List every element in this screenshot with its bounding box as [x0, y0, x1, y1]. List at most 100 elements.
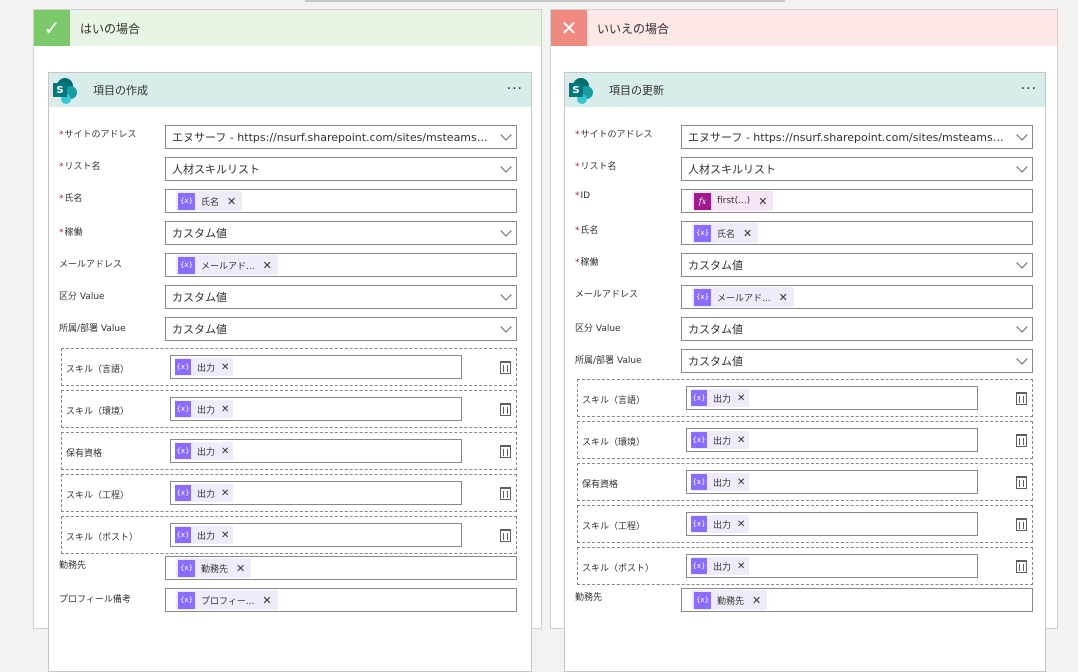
remove-token-icon[interactable]: ✕ — [779, 291, 788, 304]
chevron-down-icon — [1016, 321, 1028, 333]
office-label: 勤務先 — [575, 593, 603, 603]
delete-icon[interactable] — [500, 361, 511, 374]
work-status-label: *稼働 — [575, 258, 599, 268]
remove-token-icon[interactable]: ✕ — [221, 488, 229, 499]
name-input[interactable]: {x} 氏名 ✕ — [165, 189, 517, 213]
dynamic-token[interactable]: {x} 出力 ✕ — [175, 526, 234, 544]
site-address-dropdown[interactable]: エヌサーフ - https://nsurf.sharepoint.com/sit… — [681, 125, 1033, 149]
remove-token-icon[interactable]: ✕ — [743, 227, 752, 240]
department-dropdown[interactable]: カスタム値 — [165, 317, 517, 341]
office-input[interactable]: {x} 勤務先 ✕ — [165, 556, 517, 580]
category-dropdown[interactable]: カスタム値 — [681, 317, 1033, 341]
more-options-icon[interactable]: ··· — [1021, 81, 1037, 97]
remove-token-icon[interactable]: ✕ — [221, 446, 229, 457]
array-item-label: 保有資格 — [66, 449, 103, 459]
action-title: 項目の更新 — [609, 84, 664, 97]
dynamic-token[interactable]: {x} 出力 ✕ — [175, 400, 234, 418]
remove-token-icon[interactable]: ✕ — [221, 362, 229, 373]
email-input[interactable]: {x} メールアド... ✕ — [681, 285, 1033, 309]
more-options-icon[interactable]: ··· — [507, 81, 523, 97]
remove-token-icon[interactable]: ✕ — [737, 435, 745, 446]
dynamic-content-icon: {x} — [175, 359, 191, 375]
list-name-dropdown[interactable]: 人材スキルリスト — [681, 157, 1033, 181]
expression-token[interactable]: fx first(...) ✕ — [692, 191, 774, 211]
array-item-input[interactable]: {x} 出力 ✕ — [170, 397, 462, 421]
delete-icon[interactable] — [500, 403, 511, 416]
delete-icon[interactable] — [1016, 434, 1027, 447]
dynamic-content-icon: {x} — [694, 591, 711, 609]
id-input[interactable]: fx first(...) ✕ — [681, 189, 1033, 213]
remove-token-icon[interactable]: ✕ — [752, 594, 761, 607]
dynamic-token[interactable]: {x} 氏名 ✕ — [692, 223, 759, 243]
array-item-input[interactable]: {x} 出力 ✕ — [170, 355, 462, 379]
remove-token-icon[interactable]: ✕ — [227, 195, 236, 208]
chevron-down-icon — [500, 225, 512, 237]
remove-token-icon[interactable]: ✕ — [737, 393, 745, 404]
work-status-dropdown[interactable]: カスタム値 — [165, 221, 517, 245]
dynamic-token[interactable]: {x} 出力 ✕ — [691, 473, 750, 491]
array-item-input[interactable]: {x} 出力 ✕ — [170, 523, 462, 547]
delete-icon[interactable] — [500, 487, 511, 500]
delete-icon[interactable] — [1016, 560, 1027, 573]
skill-array-item: スキル（工程） {x} 出力 ✕ — [61, 474, 517, 512]
dynamic-token[interactable]: {x} 出力 ✕ — [175, 484, 234, 502]
remove-token-icon[interactable]: ✕ — [221, 530, 229, 541]
no-branch-header[interactable]: ✕ いいえの場合 — [551, 10, 1057, 46]
dynamic-token[interactable]: {x} 勤務先 ✕ — [176, 558, 252, 578]
array-item-label: 保有資格 — [582, 480, 619, 490]
array-item-input[interactable]: {x} 出力 ✕ — [686, 470, 978, 494]
yes-branch-header[interactable]: ✓ はいの場合 — [34, 10, 541, 46]
email-input[interactable]: {x} メールアド... ✕ — [165, 253, 517, 277]
department-dropdown[interactable]: カスタム値 — [681, 349, 1033, 373]
dynamic-content-icon: {x} — [175, 527, 191, 543]
office-input[interactable]: {x} 勤務先 ✕ — [681, 588, 1033, 612]
delete-icon[interactable] — [1016, 476, 1027, 489]
chevron-down-icon — [1016, 353, 1028, 365]
chevron-down-icon — [1016, 161, 1028, 173]
remove-token-icon[interactable]: ✕ — [737, 477, 745, 488]
profile-note-input[interactable]: {x} プロフィー... ✕ — [165, 588, 517, 612]
category-dropdown[interactable]: カスタム値 — [165, 285, 517, 309]
array-item-input[interactable]: {x} 出力 ✕ — [170, 439, 462, 463]
dynamic-token[interactable]: {x} 出力 ✕ — [691, 557, 750, 575]
dynamic-content-icon: {x} — [691, 516, 707, 532]
dynamic-token[interactable]: {x} メールアド... ✕ — [176, 255, 278, 275]
remove-token-icon[interactable]: ✕ — [221, 404, 229, 415]
array-item-input[interactable]: {x} 出力 ✕ — [686, 386, 978, 410]
array-item-input[interactable]: {x} 出力 ✕ — [686, 512, 978, 536]
dynamic-token[interactable]: {x} 出力 ✕ — [691, 389, 750, 407]
dynamic-token[interactable]: {x} 出力 ✕ — [175, 442, 234, 460]
array-item-input[interactable]: {x} 出力 ✕ — [170, 481, 462, 505]
skill-array-item: スキル（環境） {x} 出力 ✕ — [577, 421, 1033, 459]
dynamic-token[interactable]: {x} 氏名 ✕ — [176, 191, 243, 211]
name-input[interactable]: {x} 氏名 ✕ — [681, 221, 1033, 245]
delete-icon[interactable] — [1016, 392, 1027, 405]
site-address-dropdown[interactable]: エヌサーフ - https://nsurf.sharepoint.com/sit… — [165, 125, 517, 149]
create-item-header[interactable]: S 項目の作成 ··· — [49, 73, 531, 107]
update-item-header[interactable]: S 項目の更新 ··· — [565, 73, 1045, 107]
list-name-dropdown[interactable]: 人材スキルリスト — [165, 157, 517, 181]
delete-icon[interactable] — [1016, 518, 1027, 531]
array-item-input[interactable]: {x} 出力 ✕ — [686, 428, 978, 452]
array-item-input[interactable]: {x} 出力 ✕ — [686, 554, 978, 578]
array-item-label: スキル（工程） — [66, 491, 130, 501]
remove-token-icon[interactable]: ✕ — [737, 561, 745, 572]
delete-icon[interactable] — [500, 529, 511, 542]
dynamic-token[interactable]: {x} プロフィー... ✕ — [176, 590, 278, 610]
dynamic-content-icon: {x} — [691, 390, 707, 406]
remove-token-icon[interactable]: ✕ — [262, 594, 271, 607]
site-address-label: *サイトのアドレス — [59, 130, 137, 140]
work-status-dropdown[interactable]: カスタム値 — [681, 253, 1033, 277]
dynamic-content-icon: {x} — [175, 443, 191, 459]
dynamic-token[interactable]: {x} 出力 ✕ — [175, 358, 234, 376]
function-icon: fx — [694, 192, 711, 210]
dynamic-token[interactable]: {x} 出力 ✕ — [691, 431, 750, 449]
remove-token-icon[interactable]: ✕ — [737, 519, 745, 530]
remove-token-icon[interactable]: ✕ — [263, 259, 272, 272]
dynamic-token[interactable]: {x} 出力 ✕ — [691, 515, 750, 533]
dynamic-token[interactable]: {x} 勤務先 ✕ — [692, 590, 768, 610]
remove-token-icon[interactable]: ✕ — [236, 562, 245, 575]
dynamic-token[interactable]: {x} メールアド... ✕ — [692, 287, 794, 307]
delete-icon[interactable] — [500, 445, 511, 458]
remove-token-icon[interactable]: ✕ — [758, 195, 767, 208]
